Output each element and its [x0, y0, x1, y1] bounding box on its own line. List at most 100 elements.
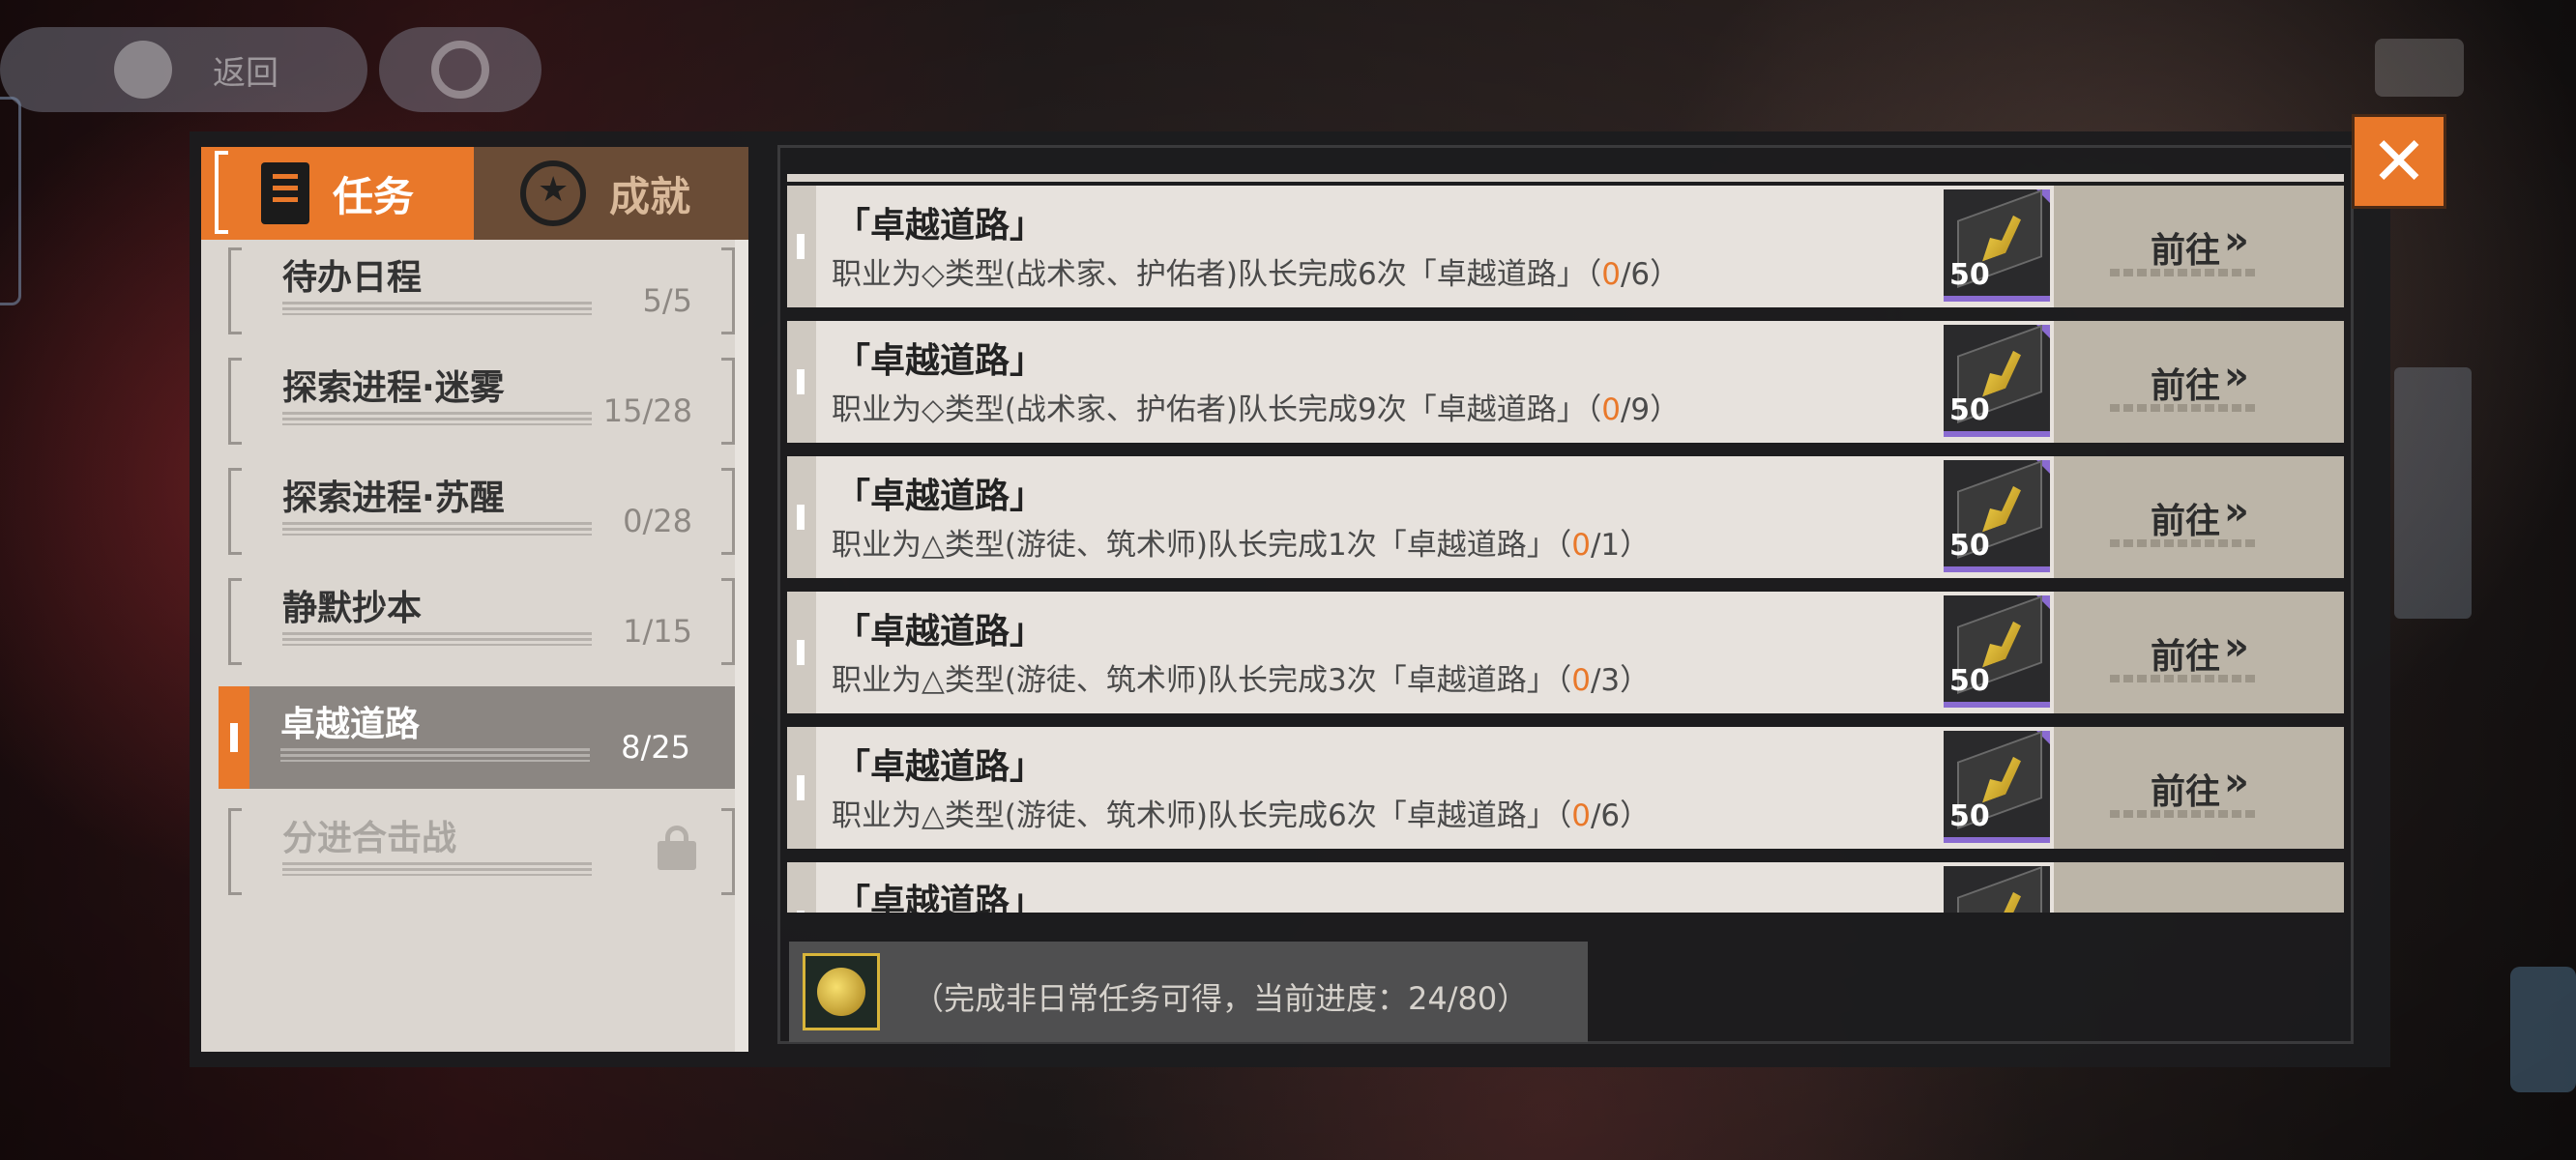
- achievement-progress-bar: （完成非日常任务可得，当前进度：24/80）: [789, 942, 1588, 1042]
- go-label: 前往: [2151, 637, 2221, 677]
- go-button[interactable]: 前往 »: [2054, 321, 2344, 443]
- tab-achievements[interactable]: 成就: [474, 147, 748, 240]
- tab-tasks[interactable]: 任务: [201, 147, 474, 240]
- category-item[interactable]: 探索进程·苏醒 0/28: [220, 460, 743, 563]
- go-button[interactable]: 前往 »: [2054, 727, 2344, 849]
- category-item[interactable]: 静默抄本 1/15: [220, 570, 743, 673]
- background-card: [2510, 967, 2576, 1092]
- go-button[interactable]: 前往 »: [2054, 592, 2344, 713]
- category-progress: 8/25: [621, 729, 690, 766]
- go-label: 前往: [2151, 231, 2221, 271]
- back-icon: [114, 41, 172, 99]
- divider: [787, 174, 2344, 182]
- category-progress: 1/15: [623, 613, 692, 650]
- go-button[interactable]: [2054, 862, 2344, 913]
- decor-lines: [2110, 810, 2255, 818]
- task-description: 职业为△类型(游徒、筑术师)队长完成3次「卓越道路」（0/3）: [832, 663, 1651, 698]
- go-label: 前往: [2151, 772, 2221, 812]
- category-item[interactable]: 待办日程 5/5: [220, 240, 743, 342]
- task-description: 职业为◇类型(战术家、护佑者)队长完成9次「卓越道路」（0/9）: [832, 392, 1681, 427]
- task-description: 职业为△类型(游徒、筑术师)队长完成6次「卓越道路」（0/6）: [832, 798, 1651, 833]
- double-chevron-right-icon: »: [2224, 218, 2249, 263]
- category-name: 探索进程·迷雾: [282, 368, 505, 408]
- category-progress: 5/5: [642, 282, 693, 319]
- go-label: 前往: [2151, 366, 2221, 406]
- reward-item[interactable]: [1944, 866, 2050, 913]
- row-stripe: [787, 592, 816, 713]
- decor-lines: [2110, 404, 2255, 412]
- category-name: 探索进程·苏醒: [282, 478, 505, 518]
- tab-label: 任务: [333, 173, 415, 220]
- reward-count: 50: [1949, 529, 1990, 563]
- double-chevron-right-icon: »: [2224, 489, 2249, 534]
- category-name: 分进合击战: [282, 819, 457, 858]
- category-progress: 0/28: [623, 503, 692, 539]
- back-button[interactable]: 返回: [0, 27, 367, 112]
- frame-corner: [721, 808, 735, 895]
- category-item-active[interactable]: 卓越道路 8/25: [219, 686, 741, 789]
- decor-lines: [282, 632, 592, 646]
- frame-corner: [721, 468, 735, 555]
- tab-label: 成就: [609, 173, 691, 220]
- reward-item[interactable]: 50: [1944, 595, 2050, 708]
- task-title: 「卓越道路」: [835, 206, 1045, 246]
- reward-item[interactable]: 50: [1944, 460, 2050, 572]
- reward-count: 50: [1949, 664, 1990, 698]
- decor-lines: [282, 412, 592, 425]
- reward-count: 50: [1949, 799, 1990, 833]
- back-label: 返回: [213, 53, 278, 93]
- category-name: 待办日程: [282, 258, 423, 298]
- double-chevron-right-icon: »: [2224, 624, 2249, 669]
- go-button[interactable]: 前往 »: [2054, 186, 2344, 307]
- row-stripe: [787, 321, 816, 443]
- frame-corner: [228, 578, 242, 665]
- task-title: 「卓越道路」: [835, 883, 1045, 913]
- top-right-menu-button[interactable]: [2375, 39, 2464, 97]
- frame-corner: [721, 247, 735, 334]
- reward-count: 50: [1949, 393, 1990, 427]
- decor-lines: [2110, 269, 2255, 276]
- task-row: 「卓越道路」 职业为△类型(游徒、筑术师)队长完成1次「卓越道路」（0/1） 5…: [787, 456, 2344, 578]
- frame-corner: [228, 808, 242, 895]
- decor-lines: [282, 302, 592, 315]
- close-icon: ✕: [2370, 122, 2428, 201]
- task-list[interactable]: 「卓越道路」 职业为◇类型(战术家、护佑者)队长完成6次「卓越道路」（0/6） …: [787, 162, 2344, 913]
- category-item-locked[interactable]: 分进合击战: [220, 800, 743, 903]
- task-row-partial: 「卓越道路」: [787, 862, 2344, 913]
- progress-text: （完成非日常任务可得，当前进度：24/80）: [913, 980, 1529, 1017]
- decor-lines: [282, 862, 592, 876]
- task-title: 「卓越道路」: [835, 477, 1045, 516]
- tab-selected-bracket: [215, 151, 228, 234]
- clipboard-check-icon: [261, 162, 309, 224]
- task-description: 职业为◇类型(战术家、护佑者)队长完成6次「卓越道路」（0/6）: [832, 257, 1681, 292]
- frame-corner: [228, 247, 242, 334]
- row-stripe: [787, 186, 816, 307]
- reward-item[interactable]: 50: [1944, 731, 2050, 843]
- decor-lines: [2110, 675, 2255, 682]
- frame-corner: [228, 468, 242, 555]
- gold-medal-icon[interactable]: [803, 953, 880, 1030]
- reward-item[interactable]: 50: [1944, 189, 2050, 302]
- go-button[interactable]: 前往 »: [2054, 456, 2344, 578]
- home-button[interactable]: [379, 27, 542, 112]
- category-item[interactable]: 探索进程·迷雾 15/28: [220, 350, 743, 452]
- background-card: [2394, 367, 2472, 619]
- task-title: 「卓越道路」: [835, 612, 1045, 652]
- lock-icon: [658, 826, 696, 870]
- star-medal-icon: [520, 160, 586, 226]
- row-stripe: [787, 862, 816, 913]
- category-list: 待办日程 5/5 探索进程·迷雾 15/28 探索进程·苏醒 0/28 静默抄本…: [201, 240, 748, 1052]
- close-button[interactable]: ✕: [2352, 114, 2446, 209]
- reward-count: 50: [1949, 258, 1990, 292]
- task-row: 「卓越道路」 职业为◇类型(战术家、护佑者)队长完成9次「卓越道路」（0/9） …: [787, 321, 2344, 443]
- decor-lines: [2110, 539, 2255, 547]
- go-label: 前往: [2151, 502, 2221, 541]
- side-drawer-handle[interactable]: [0, 97, 21, 305]
- reward-item[interactable]: 50: [1944, 325, 2050, 437]
- double-chevron-right-icon: »: [2224, 760, 2249, 804]
- task-title: 「卓越道路」: [835, 747, 1045, 787]
- category-name: 静默抄本: [282, 589, 423, 628]
- category-name: 卓越道路: [280, 705, 421, 744]
- active-marker: [219, 686, 249, 789]
- category-progress: 15/28: [602, 392, 692, 429]
